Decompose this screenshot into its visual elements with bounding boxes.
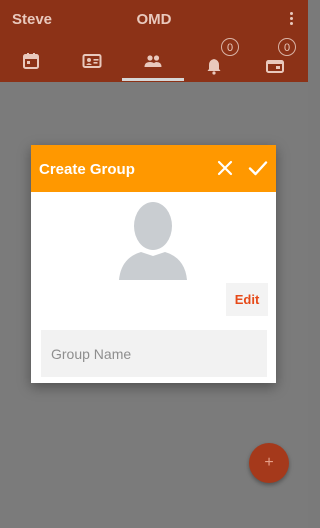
avatar-placeholder-icon[interactable] [119,198,187,280]
message-card-icon [265,60,284,73]
close-icon[interactable] [215,158,235,178]
calendar-icon [22,53,39,69]
selected-tab-indicator [122,78,184,81]
app-title: OMD [136,11,172,28]
tab-groups[interactable] [122,40,183,82]
notification-badge: 0 [221,38,239,56]
edit-avatar-button[interactable]: Edit [226,283,268,316]
app-bar: Steve OMD 0 0 [0,0,308,82]
tab-bar: 0 0 [0,38,308,82]
tab-calendar[interactable] [0,40,61,82]
title-row: Steve OMD [0,0,308,40]
bell-icon [207,59,220,75]
add-fab-button[interactable]: + [249,443,289,483]
group-icon [144,55,161,67]
message-badge: 0 [278,38,296,56]
confirm-check-icon[interactable] [247,158,269,178]
tab-contacts[interactable] [61,40,122,82]
dialog-title: Create Group [39,161,135,178]
contact-card-icon [82,54,101,68]
tab-notifications[interactable]: 0 [183,38,244,82]
dialog-header: Create Group [31,145,276,192]
create-group-dialog: Create Group Edit [31,145,276,383]
tab-messages[interactable]: 0 [244,38,305,82]
group-name-input[interactable] [41,330,267,377]
more-options-icon[interactable] [288,12,294,28]
